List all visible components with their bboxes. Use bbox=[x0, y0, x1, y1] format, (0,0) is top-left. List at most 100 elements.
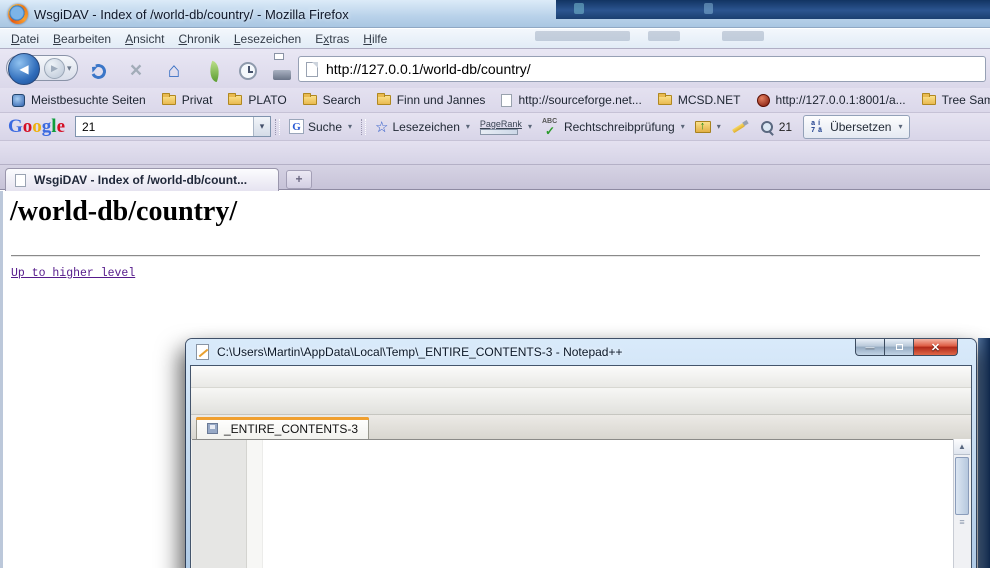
highlight-button[interactable] bbox=[726, 116, 754, 138]
most-visited-icon bbox=[12, 94, 25, 107]
magnifier-icon bbox=[759, 119, 775, 135]
browser-tab[interactable]: WsgiDAV - Index of /world-db/count... bbox=[5, 168, 279, 191]
firefox-menubar: DateiBearbeitenAnsichtChronikLesezeichen… bbox=[0, 29, 990, 48]
notepad-window-title: C:\Users\Martin\AppData\Local\Temp\_ENTI… bbox=[217, 345, 622, 359]
google-search-box[interactable]: 21 ▾ bbox=[75, 116, 271, 137]
tab-page-icon bbox=[15, 174, 26, 187]
notepad-toolbar bbox=[191, 388, 971, 415]
notepad-client-area: _ENTIRE_CONTENTS-3 ▲ ≡ bbox=[190, 365, 972, 568]
firefox-navigation-toolbar: ◀ ▶ ▾ × ⌂ http://127.0.0.1/world-db/coun… bbox=[0, 48, 990, 88]
editor-area[interactable] bbox=[192, 439, 953, 568]
stop-button[interactable]: × bbox=[124, 59, 148, 83]
scrollbar-thumb[interactable] bbox=[955, 457, 969, 515]
screen: WsgiDAV - Index of /world-db/country/ - … bbox=[0, 0, 990, 568]
google-search-value: 21 bbox=[76, 120, 253, 134]
dropdown-caret-icon: ▾ bbox=[717, 122, 721, 131]
pagerank-bar bbox=[480, 129, 518, 135]
menubar-item-lesezeichen[interactable]: Lesezeichen bbox=[227, 32, 308, 46]
document-tab[interactable]: _ENTIRE_CONTENTS-3 bbox=[196, 417, 369, 439]
menubar-item-datei[interactable]: Datei bbox=[4, 32, 46, 46]
bookmark-item[interactable]: http://sourceforge.net... bbox=[494, 90, 648, 110]
notepad-titlebar: C:\Users\Martin\AppData\Local\Temp\_ENTI… bbox=[186, 339, 976, 365]
folder-up-icon bbox=[695, 121, 711, 133]
bookmark-label: Search bbox=[323, 93, 361, 107]
spellcheck-button[interactable]: ABC✓ Rechtschreibprüfung ▾ bbox=[537, 116, 690, 138]
home-button[interactable]: ⌂ bbox=[162, 59, 186, 83]
history-dropdown-icon[interactable]: ▾ bbox=[67, 63, 72, 74]
up-to-higher-level-link[interactable]: Up to higher level bbox=[11, 267, 135, 280]
scroll-up-icon[interactable]: ▲ bbox=[954, 439, 970, 455]
history-clock-icon[interactable] bbox=[236, 59, 260, 83]
bookmark-item[interactable]: MCSD.NET bbox=[651, 90, 748, 110]
minimize-button[interactable]: — bbox=[855, 339, 885, 356]
google-suche-button[interactable]: G Suche ▾ bbox=[284, 116, 357, 138]
bookmark-item[interactable]: Tree Samples bbox=[915, 90, 990, 110]
page-favicon bbox=[306, 62, 318, 77]
bookmark-item[interactable]: http://127.0.0.1:8001/a... bbox=[750, 90, 913, 110]
maximize-button[interactable] bbox=[885, 339, 914, 356]
forward-button[interactable]: ▶ bbox=[44, 58, 65, 79]
star-icon: ☆ bbox=[375, 118, 388, 136]
bookmark-label: PLATO bbox=[248, 93, 286, 107]
saved-file-icon bbox=[207, 423, 218, 434]
background-window-fragment bbox=[978, 338, 990, 568]
toolbar-grip bbox=[361, 119, 366, 135]
print-button[interactable] bbox=[270, 59, 294, 83]
reload-button[interactable] bbox=[86, 59, 110, 83]
bookmark-item[interactable]: Meistbesuchte Seiten bbox=[5, 90, 153, 110]
menubar-item-hilfe[interactable]: Hilfe bbox=[356, 32, 394, 46]
background-window-ghost bbox=[535, 31, 630, 41]
close-button[interactable]: ✕ bbox=[914, 339, 958, 356]
bookmark-label: http://127.0.0.1:8001/a... bbox=[776, 93, 906, 107]
new-tab-button[interactable]: + bbox=[286, 170, 312, 189]
google-logo: Google bbox=[8, 116, 65, 138]
menubar-item-chronik[interactable]: Chronik bbox=[171, 32, 226, 46]
send-to-button[interactable]: ▾ bbox=[690, 116, 726, 138]
google-g-icon: G bbox=[289, 119, 304, 134]
dropdown-caret-icon: ▾ bbox=[528, 122, 532, 131]
google-toolbar: Google 21 ▾ G Suche ▾ ☆ Lesezeichen ▾ Pa… bbox=[0, 112, 990, 140]
sage-feed-icon[interactable] bbox=[202, 59, 226, 83]
pagerank-widget[interactable]: PageRank ▾ bbox=[475, 116, 537, 138]
bookmark-item[interactable]: Finn und Jannes bbox=[370, 90, 493, 110]
folder-icon bbox=[228, 95, 242, 105]
webdeveloper-toolbar bbox=[0, 140, 990, 164]
bookmark-label: http://sourceforge.net... bbox=[518, 93, 641, 107]
google-lesezeichen-button[interactable]: ☆ Lesezeichen ▾ bbox=[370, 116, 475, 138]
menubar-item-bearbeiten[interactable]: Bearbeiten bbox=[46, 32, 118, 46]
pagerank-indicator: PageRank bbox=[480, 119, 522, 135]
notepad-menubar bbox=[191, 366, 971, 388]
page-title: /world-db/country/ bbox=[10, 196, 237, 228]
firefox-logo-icon bbox=[8, 4, 28, 24]
word-find-button[interactable]: 21 bbox=[754, 116, 797, 138]
notepad-app-icon bbox=[196, 344, 209, 360]
page-icon bbox=[501, 94, 512, 107]
bookmark-label: MCSD.NET bbox=[678, 93, 741, 107]
bookmarks-toolbar: Meistbesuchte Seiten Privat PLATO Search Fin… bbox=[0, 88, 990, 112]
search-dropdown-icon[interactable]: ▾ bbox=[253, 117, 270, 136]
highlighter-icon bbox=[731, 119, 749, 135]
vertical-scrollbar[interactable]: ▲ ≡ bbox=[953, 439, 970, 568]
window-controls: — ✕ bbox=[855, 339, 958, 356]
bookmark-item[interactable]: Search bbox=[296, 90, 368, 110]
back-button[interactable]: ◀ bbox=[8, 53, 40, 85]
divider bbox=[11, 255, 980, 257]
globe-red-icon bbox=[757, 94, 770, 107]
background-window-ghost bbox=[574, 3, 584, 14]
dropdown-caret-icon: ▾ bbox=[898, 122, 902, 131]
bookmark-label: Meistbesuchte Seiten bbox=[31, 93, 146, 107]
menubar-item-ansicht[interactable]: Ansicht bbox=[118, 32, 171, 46]
translate-button[interactable]: aí7ä Übersetzen ▾ bbox=[803, 115, 910, 139]
background-window-fragment bbox=[556, 0, 990, 19]
bookmark-item[interactable]: Privat bbox=[155, 90, 220, 110]
url-bar[interactable]: http://127.0.0.1/world-db/country/ bbox=[298, 56, 986, 82]
menubar-item-extras[interactable]: Extras bbox=[308, 32, 356, 46]
dropdown-caret-icon: ▾ bbox=[466, 122, 470, 131]
background-window-ghost bbox=[648, 31, 680, 41]
bookmark-item[interactable]: PLATO bbox=[221, 90, 293, 110]
bookmark-label: Finn und Jannes bbox=[397, 93, 486, 107]
toolbar-grip bbox=[275, 119, 280, 135]
spellcheck-icon: ABC✓ bbox=[542, 119, 560, 135]
translate-icon: aí7ä bbox=[811, 120, 825, 134]
scrollbar-marks: ≡ bbox=[954, 517, 970, 527]
